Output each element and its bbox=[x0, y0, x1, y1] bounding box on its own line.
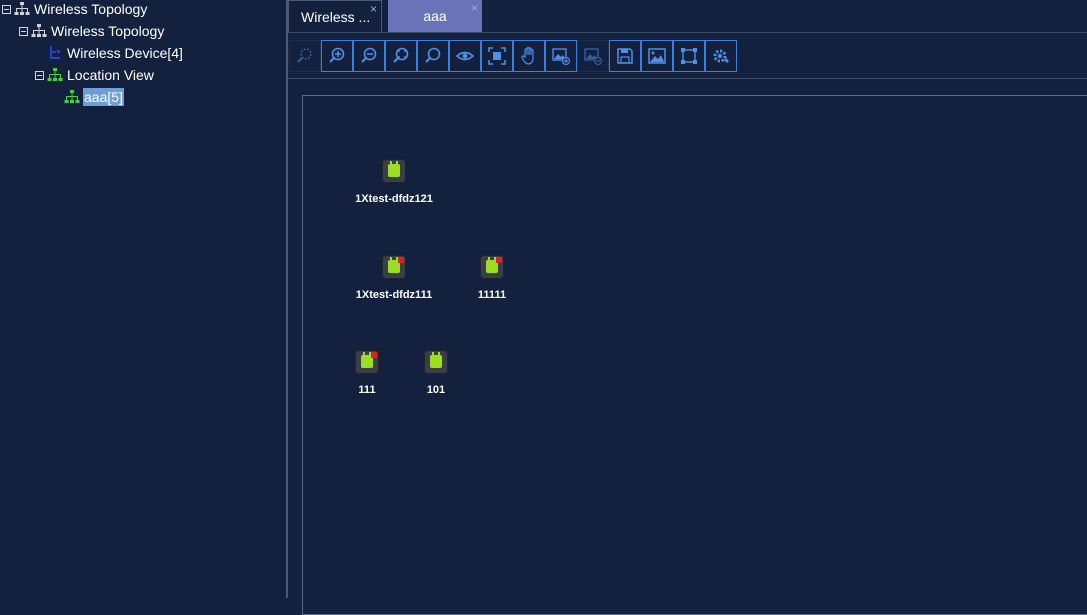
device-name: 11111 bbox=[477, 289, 507, 301]
topology-icon bbox=[14, 2, 30, 15]
device-node[interactable]: 11111 bbox=[437, 255, 547, 301]
view-button[interactable] bbox=[449, 40, 481, 72]
pan-button[interactable] bbox=[513, 40, 545, 72]
select-frame-icon bbox=[681, 48, 697, 64]
hand-pan-icon bbox=[521, 46, 534, 65]
select-frame-button[interactable] bbox=[673, 40, 705, 72]
add-background-button[interactable] bbox=[545, 40, 577, 72]
eye-icon bbox=[455, 51, 475, 61]
tree-node-label: Wireless Topology bbox=[34, 1, 148, 17]
toolbar-divider bbox=[288, 78, 1087, 79]
tab-bar: Wireless ... × aaa × bbox=[288, 0, 1087, 32]
zoom-fit-icon bbox=[393, 47, 409, 63]
wireless-ap-icon[interactable] bbox=[355, 350, 379, 374]
remove-image-icon bbox=[584, 48, 603, 66]
export-image-button[interactable] bbox=[641, 40, 673, 72]
alarm-indicator-icon bbox=[371, 352, 377, 358]
location-view-icon bbox=[47, 68, 63, 81]
settings-button[interactable] bbox=[705, 40, 737, 72]
wireless-ap-icon[interactable] bbox=[382, 159, 406, 183]
topology-toolbar bbox=[289, 40, 737, 72]
close-icon[interactable]: × bbox=[370, 2, 377, 16]
tab-wireless-topology[interactable]: Wireless ... × bbox=[288, 0, 382, 32]
search-icon bbox=[425, 47, 441, 63]
collapse-icon[interactable] bbox=[35, 70, 44, 80]
location-view-icon bbox=[64, 90, 80, 103]
alarm-indicator-icon bbox=[496, 257, 502, 263]
zoom-out-button[interactable] bbox=[353, 40, 385, 72]
zoom-in-icon bbox=[329, 47, 345, 63]
topology-tree: Wireless Topology Wireless Topology Wire… bbox=[0, 0, 286, 598]
tree-node-label: Wireless Device[4] bbox=[67, 45, 183, 61]
fullscreen-icon bbox=[488, 47, 506, 65]
collapse-icon[interactable] bbox=[2, 4, 11, 14]
tree-node-label: Location View bbox=[67, 67, 154, 83]
save-icon bbox=[617, 48, 633, 64]
zoom-out-icon bbox=[361, 47, 377, 63]
save-button[interactable] bbox=[609, 40, 641, 72]
device-name: 101 bbox=[426, 384, 446, 396]
tree-node-aaa[interactable]: aaa[5] bbox=[64, 87, 124, 107]
collapse-icon[interactable] bbox=[19, 26, 28, 36]
device-node[interactable]: 101 bbox=[381, 350, 491, 396]
tab-label: Wireless ... bbox=[301, 8, 371, 25]
tab-aaa[interactable]: aaa × bbox=[388, 0, 482, 32]
zoom-fit-button[interactable] bbox=[385, 40, 417, 72]
tree-node-label: Wireless Topology bbox=[51, 23, 165, 39]
zoom-select-button[interactable] bbox=[289, 40, 321, 72]
alarm-indicator-icon bbox=[398, 257, 404, 263]
device-node[interactable]: 1Xtest-dfdz121 bbox=[339, 159, 449, 205]
tab-divider bbox=[288, 32, 1087, 33]
topology-canvas[interactable]: 1Xtest-dfdz121 1Xtest-dfdz111 11111 111 … bbox=[302, 95, 1087, 615]
tree-node-location-view[interactable]: Location View bbox=[35, 65, 155, 85]
close-icon[interactable]: × bbox=[471, 1, 478, 15]
device-name: 1Xtest-dfdz111 bbox=[355, 289, 433, 301]
image-icon bbox=[648, 48, 666, 64]
wireless-device-icon bbox=[50, 46, 60, 59]
settings-icon bbox=[713, 49, 729, 63]
tab-label: aaa bbox=[423, 8, 447, 24]
wireless-ap-icon[interactable] bbox=[382, 255, 406, 279]
fullscreen-button[interactable] bbox=[481, 40, 513, 72]
device-name: 1Xtest-dfdz121 bbox=[355, 193, 433, 205]
search-button[interactable] bbox=[417, 40, 449, 72]
tree-node-wireless-topology[interactable]: Wireless Topology bbox=[19, 21, 165, 41]
add-image-icon bbox=[552, 48, 571, 66]
zoom-in-button[interactable] bbox=[321, 40, 353, 72]
zoom-select-icon bbox=[297, 48, 312, 63]
topology-icon bbox=[31, 24, 47, 37]
panel-splitter[interactable] bbox=[286, 0, 288, 598]
tree-node-label-selected: aaa[5] bbox=[83, 88, 124, 106]
wireless-ap-icon[interactable] bbox=[480, 255, 504, 279]
wireless-ap-icon[interactable] bbox=[424, 350, 448, 374]
tree-node-root[interactable]: Wireless Topology bbox=[2, 0, 148, 19]
device-node[interactable]: 1Xtest-dfdz111 bbox=[339, 255, 449, 301]
tree-node-wireless-device[interactable]: Wireless Device[4] bbox=[47, 43, 184, 63]
remove-background-button[interactable] bbox=[577, 40, 609, 72]
